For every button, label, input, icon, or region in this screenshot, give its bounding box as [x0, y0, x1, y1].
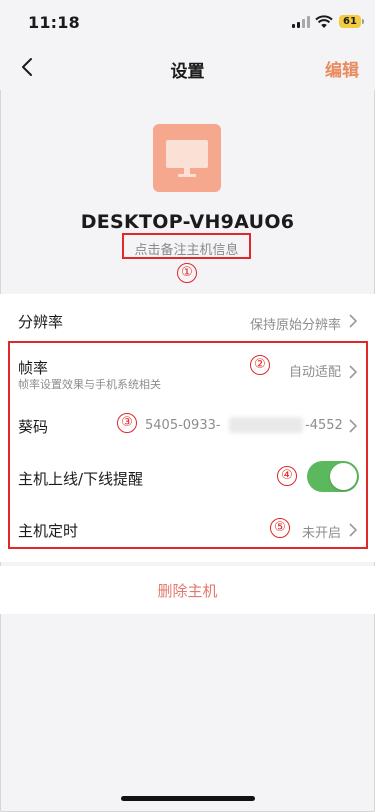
edit-button[interactable]: 编辑 [325, 56, 359, 81]
status-time: 11:18 [28, 13, 80, 32]
delete-bar: 删除主机 [0, 566, 375, 614]
wifi-icon [315, 14, 333, 33]
remark-highlight: 点击备注主机信息 [122, 233, 251, 259]
monitor-icon [153, 124, 221, 192]
status-bar: 11:18 61 [0, 0, 375, 44]
settings-highlight [8, 341, 368, 549]
home-indicator [121, 796, 255, 801]
page-title: 设置 [170, 62, 205, 82]
cellular-signal-icon [292, 16, 310, 28]
remark-link[interactable]: 点击备注主机信息 [124, 239, 249, 258]
nav-bar: 设置 编辑 [0, 44, 375, 90]
annotation-badge-1: ① [177, 263, 197, 283]
annotation-badge-4: ④ [277, 466, 297, 486]
battery-indicator: 61 [339, 15, 364, 28]
annotation-badge-3: ③ [117, 413, 137, 433]
resolution-value: 保持原始分辨率 [249, 318, 341, 333]
delete-host-button[interactable]: 删除主机 [0, 580, 375, 601]
host-name: DESKTOP-VH9AUO6 [80, 211, 295, 233]
chevron-right-icon [349, 314, 357, 328]
resolution-label: 分辨率 [18, 313, 64, 331]
resolution-row[interactable]: 分辨率 保持原始分辨率 [0, 294, 375, 344]
annotation-badge-2: ② [250, 355, 270, 375]
annotation-badge-5: ⑤ [270, 518, 290, 538]
